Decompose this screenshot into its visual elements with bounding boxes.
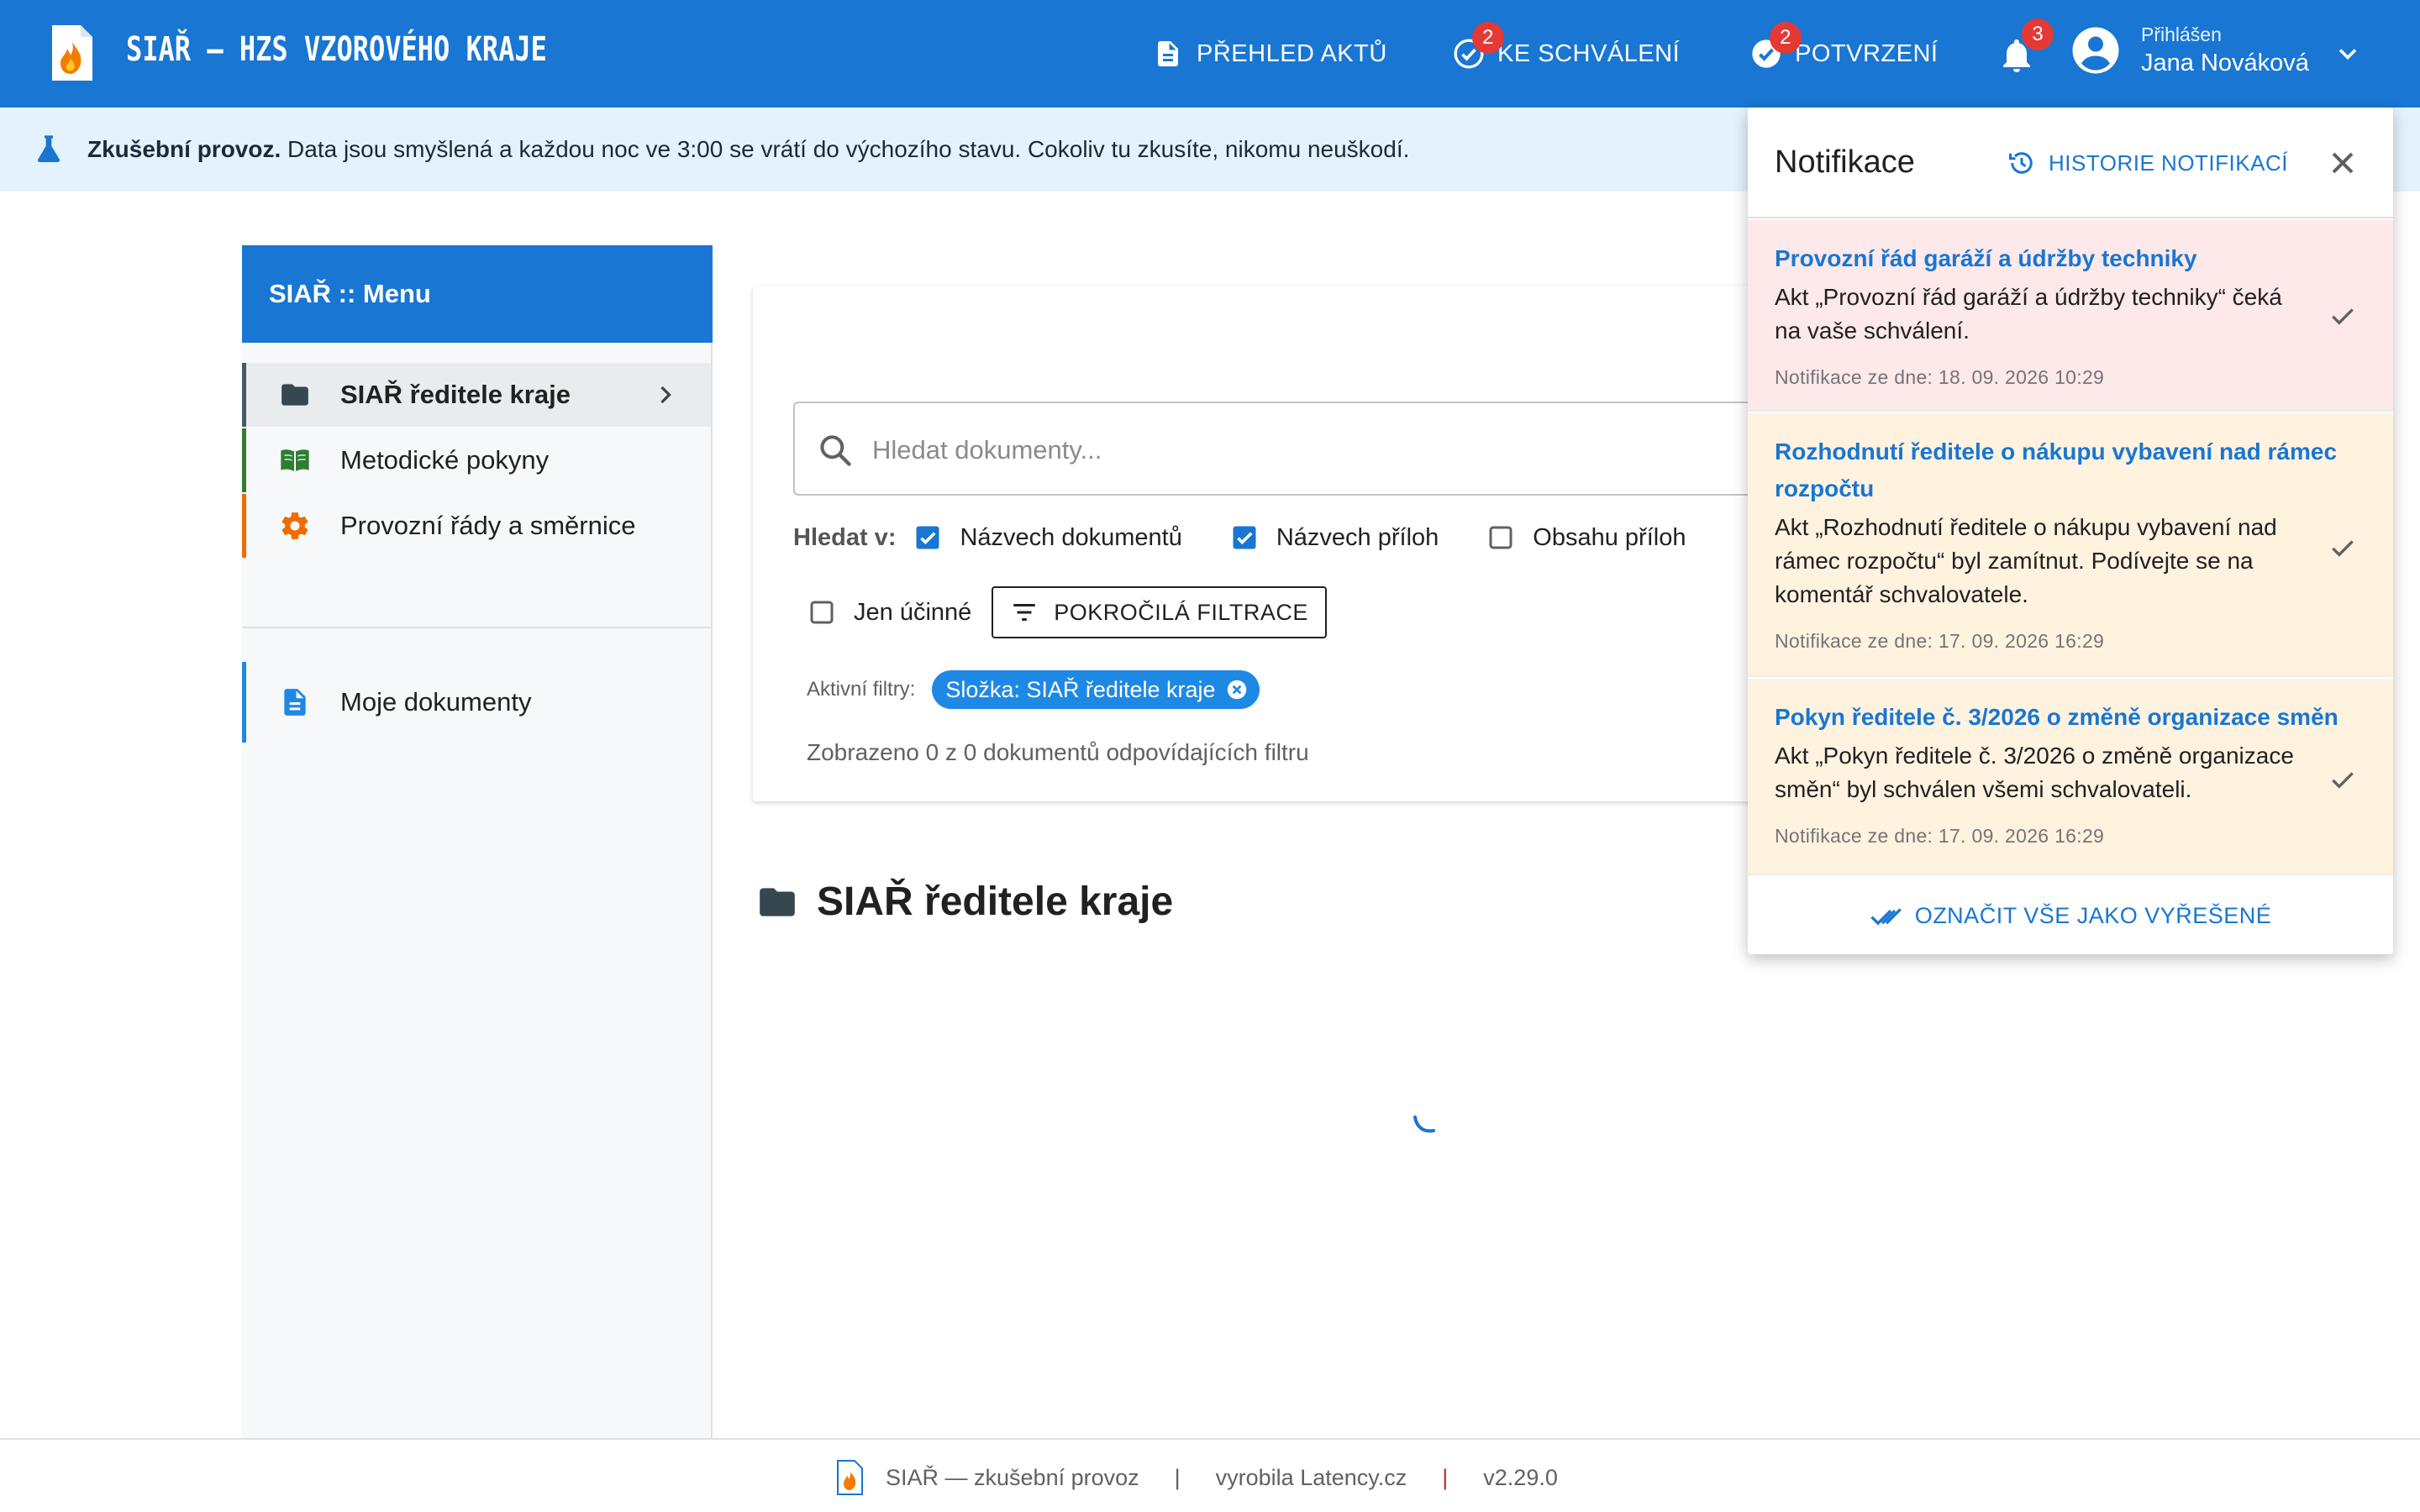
document-icon [278,685,312,719]
gear-icon [278,509,312,543]
search-input[interactable] [872,428,1881,472]
check-circle-icon: 2 [1452,22,1504,71]
notification-item-date: Notifikace ze dne: 17. 09. 2026 16:29 [1775,630,2105,652]
top-app-bar: SIAŘ – HZS VZOROVÉHO KRAJE PŘEHLED AKTŮ … [0,0,2420,108]
notification-item[interactable]: Pokyn ředitele č. 3/2026 o změně organiz… [1748,679,2393,875]
user-menu[interactable]: Přihlášen Jana Nováková [2070,24,2309,77]
notifications-badge: 3 [2022,18,2054,50]
effective-row: Jen účinné POKROČILÁ FILTRACE [807,586,1327,638]
sidebar-item-regulations[interactable]: Provozní řády a směrnice [242,494,711,558]
effective-only-label[interactable]: Jen účinné [854,599,971,627]
option-attachment-names[interactable]: Názvech příloh [1276,524,1439,552]
option-doc-names[interactable]: Názvech dokumentů [960,524,1181,552]
checkbox-checked-icon[interactable] [1229,522,1260,553]
chevron-down-icon[interactable] [2333,39,2363,69]
app-title[interactable]: SIAŘ – HZS VZOROVÉHO KRAJE [126,30,547,69]
sidebar-item-methodics[interactable]: Metodické pokyny [242,428,711,492]
close-icon[interactable] [2324,144,2361,181]
menu-header: SIAŘ :: Menu [242,245,713,343]
banner-text: Data jsou smyšlená a každou noc ve 3:00 … [281,136,1410,162]
book-icon [278,444,312,477]
footer-version: v2.29.0 [1483,1464,1558,1490]
nav-overview-label: PŘEHLED AKTŮ [1197,39,1387,67]
footer: SIAŘ — zkušební provoz | vyrobila Latenc… [0,1438,2420,1512]
nav-approval-label: KE SCHVÁLENÍ [1497,39,1681,67]
footer-name: SIAŘ — zkušební provoz [886,1464,1139,1490]
filter-icon [1013,603,1036,622]
nav-confirm-label: POTVRZENÍ [1795,39,1939,67]
checkbox-empty-icon[interactable] [1486,522,1516,553]
account-circle-icon [2072,27,2119,74]
flask-icon [37,135,60,162]
check-icon[interactable] [2326,531,2360,564]
check-circle-filled-icon: 2 [1749,22,1802,71]
user-name: Jana Nováková [2141,50,2309,76]
notification-item-title[interactable]: Provozní řád garáží a údržby techniky [1775,240,2354,277]
history-icon [2009,152,2033,174]
sidebar-item-label: SIAŘ ředitele kraje [340,380,571,409]
filter-chip[interactable]: Složka: SIAŘ ředitele kraje [932,670,1260,709]
results-count: Zobrazeno 0 z 0 dokumentů odpovídajících… [807,739,1309,765]
notification-item[interactable]: Provozní řád garáží a údržby techniky Ak… [1748,220,2393,412]
notification-item-title[interactable]: Pokyn ředitele č. 3/2026 o změně organiz… [1775,699,2354,736]
section-title-text: SIAŘ ředitele kraje [817,879,1174,924]
footer-separator: | [1442,1464,1449,1490]
chevron-right-icon [660,386,671,404]
mark-all-resolved-button[interactable]: OZNAČIT VŠE JAKO VYŘEŠENÉ [1748,877,2393,954]
sidebar-item-label: Moje dokumenty [340,687,532,717]
footer-separator: | [1174,1464,1181,1490]
notification-item-body: Akt „Pokyn ředitele č. 3/2026 o změně or… [1775,743,2294,802]
search-in-row: Hledat v: Názvech dokumentů Názvech příl… [793,522,1733,553]
active-filters-label: Aktivní filtry: [807,678,916,701]
notification-history-label: HISTORIE NOTIFIKACÍ [2049,150,2288,176]
search-icon [820,435,851,466]
notification-item[interactable]: Rozhodnutí ředitele o nákupu vybavení na… [1748,413,2393,677]
advanced-filter-button[interactable]: POKROČILÁ FILTRACE [992,586,1327,638]
user-label: Přihlášen [2141,24,2222,45]
notification-item-title[interactable]: Rozhodnutí ředitele o nákupu vybavení na… [1775,433,2354,507]
notification-item-body: Akt „Provozní řád garáží a údržby techni… [1775,284,2282,344]
notification-panel: Notifikace HISTORIE NOTIFIKACÍ Provozní … [1748,108,2393,954]
folder-icon [760,887,795,916]
option-attachment-content[interactable]: Obsahu příloh [1533,524,1686,552]
loading-spinner-icon [1413,1116,1435,1133]
sidebar: SIAŘ :: Menu SIAŘ ředitele kraje Metodic… [242,245,713,1438]
notifications-button[interactable]: 3 [1996,18,2054,76]
close-circle-icon[interactable] [1224,677,1249,702]
notification-history-button[interactable]: HISTORIE NOTIFIKACÍ [2007,148,2288,178]
nav-overview[interactable]: PŘEHLED AKTŮ [1151,0,1387,108]
sidebar-item-director[interactable]: SIAŘ ředitele kraje [242,363,711,427]
notification-header: Notifikace HISTORIE NOTIFIKACÍ [1748,108,2393,218]
nav-confirm[interactable]: 2 POTVRZENÍ [1749,0,1938,108]
filter-chip-label: Složka: SIAŘ ředitele kraje [945,676,1216,702]
sidebar-item-my-documents[interactable]: Moje dokumenty [242,662,711,743]
approval-badge: 2 [1472,22,1504,54]
advanced-filter-label: POKROČILÁ FILTRACE [1054,599,1308,625]
sidebar-item-label: Provozní řády a směrnice [340,511,636,540]
sidebar-item-label: Metodické pokyny [340,445,550,475]
notification-title: Notifikace [1775,144,1915,180]
double-check-icon [1870,908,1902,926]
folder-icon [278,378,312,412]
check-icon[interactable] [2326,763,2360,796]
notification-item-date: Notifikace ze dne: 17. 09. 2026 16:29 [1775,825,2105,847]
sidebar-divider [242,627,711,628]
notification-item-body: Akt „Rozhodnutí ředitele o nákupu vybave… [1775,514,2277,607]
checkbox-empty-icon[interactable] [807,597,837,627]
notification-item-date: Notifikace ze dne: 18. 09. 2026 10:29 [1775,366,2105,388]
nav-approval[interactable]: 2 KE SCHVÁLENÍ [1452,0,1680,108]
section-title: SIAŘ ředitele kraje [756,879,1173,925]
footer-maker[interactable]: vyrobila Latency.cz [1216,1465,1407,1491]
checkbox-checked-icon[interactable] [913,522,943,553]
active-filters: Aktivní filtry: Složka: SIAŘ ředitele kr… [807,670,1260,709]
app-logo-icon[interactable] [49,24,94,82]
app-logo-icon [837,1460,863,1495]
document-icon [1151,37,1185,71]
mark-all-resolved-label: OZNAČIT VŠE JAKO VYŘEŠENÉ [1914,902,2272,928]
check-icon[interactable] [2326,299,2360,333]
search-in-label: Hledat v: [793,523,897,551]
banner-strong: Zkušební provoz. [87,136,281,162]
confirm-badge: 2 [1770,22,1802,54]
